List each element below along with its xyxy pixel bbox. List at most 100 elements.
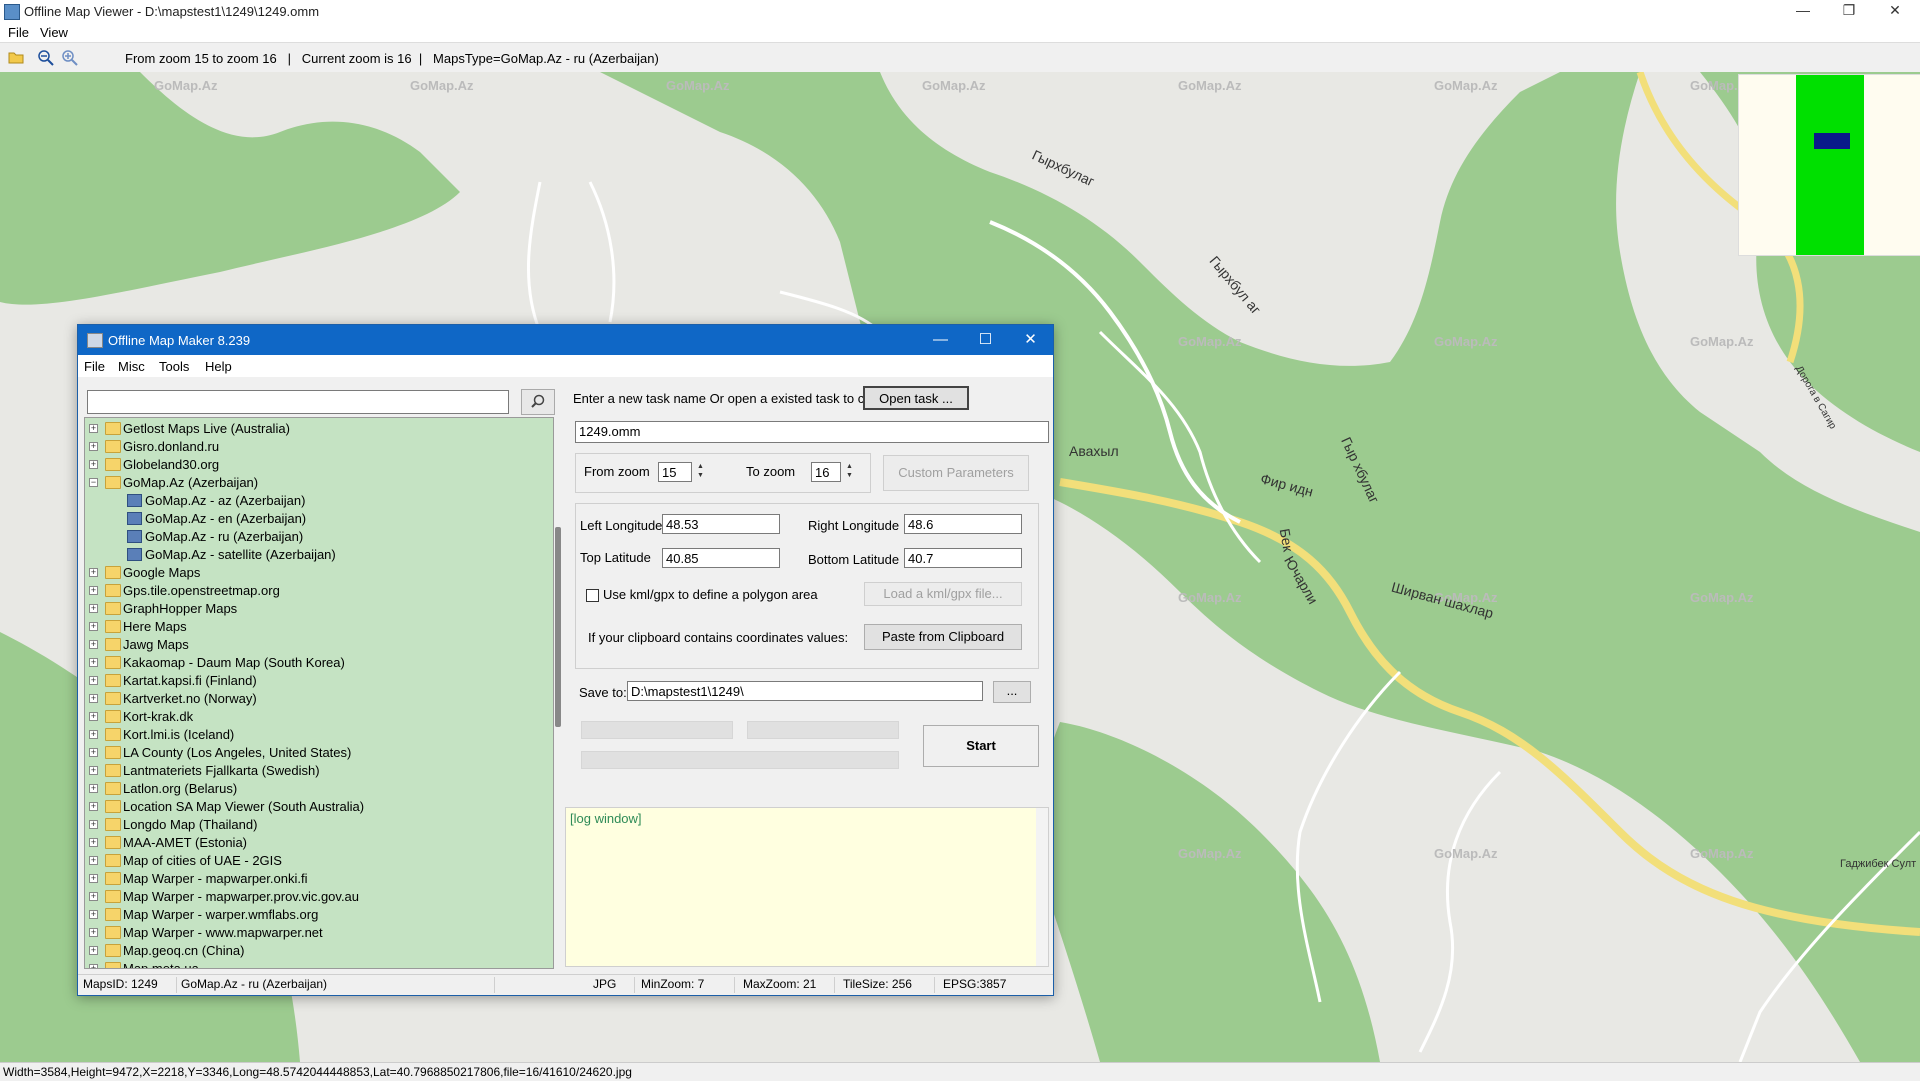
map-label: Гаджибек Султ <box>1840 858 1917 870</box>
to-zoom-spinner[interactable]: ▲ ▼ <box>843 462 856 480</box>
tree-item-label: Google Maps <box>123 565 201 580</box>
minimap-viewport[interactable] <box>1814 133 1850 149</box>
tree-item-label: Latlon.org (Belarus) <box>123 781 238 796</box>
left-longitude-input[interactable]: 48.53 <box>662 514 780 534</box>
expand-toggle-icon[interactable]: + <box>89 748 98 757</box>
expand-toggle-icon[interactable]: + <box>89 568 98 577</box>
expand-toggle-icon[interactable]: + <box>89 712 98 721</box>
folder-icon <box>105 854 121 867</box>
folder-icon <box>105 584 121 597</box>
expand-toggle-icon[interactable]: + <box>89 694 98 703</box>
custom-parameters-button[interactable]: Custom Parameters <box>883 455 1029 491</box>
expand-toggle-icon[interactable]: + <box>89 874 98 883</box>
dialog-menu-tools[interactable]: Tools <box>159 359 189 374</box>
maps-search-input[interactable] <box>87 390 509 414</box>
expand-toggle-icon[interactable]: + <box>89 586 98 595</box>
dialog-close-button[interactable]: ✕ <box>1008 325 1053 355</box>
tree-item-label: Kakaomap - Daum Map (South Korea) <box>123 655 345 670</box>
tree-scrollbar[interactable] <box>554 417 562 967</box>
log-scrollbar[interactable] <box>1036 808 1048 966</box>
expand-toggle-icon[interactable]: + <box>89 604 98 613</box>
expand-toggle-icon[interactable]: + <box>89 658 98 667</box>
expand-toggle-icon[interactable]: + <box>89 676 98 685</box>
expand-toggle-icon[interactable]: + <box>89 622 98 631</box>
tree-item-label: Map of cities of UAE - 2GIS <box>123 853 282 868</box>
dialog-maximize-button[interactable]: ☐ <box>963 325 1008 355</box>
expand-toggle-icon[interactable]: + <box>89 784 98 793</box>
close-button[interactable]: ✕ <box>1872 0 1918 22</box>
app-title-bar: Offline Map Viewer - D:\mapstest1\1249\1… <box>0 0 1920 22</box>
expand-toggle-icon[interactable]: + <box>89 640 98 649</box>
expand-toggle-icon[interactable]: + <box>89 802 98 811</box>
app-icon <box>4 4 20 20</box>
zoom-info-text: From zoom 15 to zoom 16 | Current zoom i… <box>125 51 659 66</box>
tree-item-label: Gps.tile.openstreetmap.org <box>123 583 280 598</box>
map-watermark: GoMap.Az <box>1178 846 1242 861</box>
expand-toggle-icon[interactable]: + <box>89 460 98 469</box>
tree-item-label: LA County (Los Angeles, United States) <box>123 745 352 760</box>
folder-icon <box>105 944 121 957</box>
from-zoom-spinner[interactable]: ▲ ▼ <box>694 462 707 480</box>
left-longitude-label: Left Longitude <box>580 518 663 533</box>
tree-item-label: Location SA Map Viewer (South Australia) <box>123 799 365 814</box>
tree-item-label: Jawg Maps <box>123 637 189 652</box>
folder-icon <box>105 476 121 489</box>
tree-item-label: Map.geoq.cn (China) <box>123 943 245 958</box>
expand-toggle-icon[interactable]: + <box>89 946 98 955</box>
task-name-input[interactable]: 1249.omm <box>575 421 1049 443</box>
tree-item-label: GraphHopper Maps <box>123 601 238 616</box>
maximize-button[interactable]: ❐ <box>1826 0 1872 22</box>
folder-icon <box>105 440 121 453</box>
expand-toggle-icon[interactable]: + <box>89 928 98 937</box>
expand-toggle-icon[interactable]: + <box>89 766 98 775</box>
bottom-latitude-input[interactable]: 40.7 <box>904 548 1022 568</box>
to-zoom-input[interactable]: 16 <box>811 462 841 482</box>
menu-file[interactable]: File <box>8 25 29 40</box>
open-task-button[interactable]: Open task ... <box>863 386 969 410</box>
overview-minimap[interactable] <box>1738 74 1920 256</box>
tree-item-label: GoMap.Az - en (Azerbaijan) <box>145 511 307 526</box>
expand-toggle-icon[interactable]: + <box>89 424 98 433</box>
expand-toggle-icon[interactable]: + <box>89 442 98 451</box>
maps-tree[interactable]: + Getlost Maps Live (Australia) + Gisro.don… <box>84 417 554 969</box>
zoom-in-icon[interactable] <box>62 50 78 69</box>
expand-toggle-icon[interactable]: + <box>89 964 98 968</box>
expand-toggle-icon[interactable]: + <box>89 838 98 847</box>
expand-toggle-icon[interactable]: − <box>89 478 98 487</box>
search-button[interactable] <box>521 389 555 415</box>
folder-icon <box>105 836 121 849</box>
status-maps-id: MapsID: 1249 <box>80 977 177 993</box>
browse-button[interactable]: ... <box>993 681 1031 703</box>
to-zoom-label: To zoom <box>746 464 796 479</box>
expand-toggle-icon[interactable]: + <box>89 820 98 829</box>
log-window[interactable]: [log window] <box>565 807 1049 967</box>
kml-checkbox[interactable] <box>586 589 599 602</box>
maps-list-panel: + Getlost Maps Live (Australia) + Gisro.don… <box>84 381 562 969</box>
minimize-button[interactable]: — <box>1780 0 1826 22</box>
dialog-menu-help[interactable]: Help <box>205 359 232 374</box>
start-button[interactable]: Start <box>923 725 1039 767</box>
save-to-label: Save to: <box>579 685 627 700</box>
folder-icon <box>105 764 121 777</box>
from-zoom-input[interactable]: 15 <box>658 462 692 482</box>
dialog-minimize-button[interactable]: — <box>918 325 963 355</box>
expand-toggle-icon[interactable]: + <box>89 856 98 865</box>
paste-clipboard-button[interactable]: Paste from Clipboard <box>864 624 1022 650</box>
tree-scrollbar-thumb[interactable] <box>555 527 561 727</box>
map-layer-icon <box>127 530 142 543</box>
zoom-out-icon[interactable] <box>38 50 54 69</box>
expand-toggle-icon[interactable]: + <box>89 910 98 919</box>
task-panel: Enter a new task name Or open a existed … <box>565 381 1049 967</box>
open-folder-icon[interactable] <box>8 50 24 67</box>
expand-toggle-icon[interactable]: + <box>89 892 98 901</box>
map-label: Авахыл <box>1069 443 1119 459</box>
menu-view[interactable]: View <box>40 25 68 40</box>
expand-toggle-icon[interactable]: + <box>89 730 98 739</box>
folder-icon <box>105 602 121 615</box>
top-latitude-input[interactable]: 40.85 <box>662 548 780 568</box>
save-path-input[interactable]: D:\mapstest1\1249\ <box>627 681 983 701</box>
dialog-menu-file[interactable]: File <box>84 359 105 374</box>
dialog-menu-misc[interactable]: Misc <box>118 359 145 374</box>
load-kml-button[interactable]: Load a kml/gpx file... <box>864 582 1022 606</box>
right-longitude-input[interactable]: 48.6 <box>904 514 1022 534</box>
